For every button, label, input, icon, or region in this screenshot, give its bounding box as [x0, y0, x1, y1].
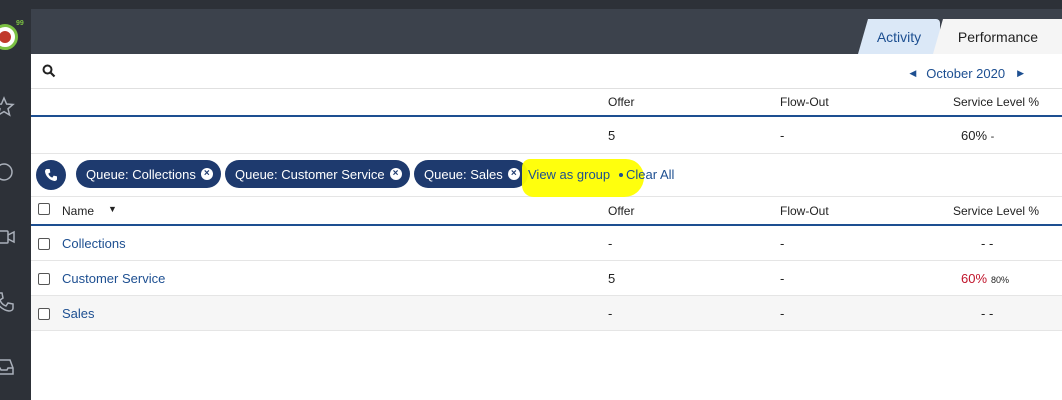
table-row[interactable]: Collections - - - - — [31, 226, 1062, 261]
row-checkbox[interactable] — [38, 238, 50, 250]
chip-label: Queue: Customer Service — [235, 166, 385, 182]
video-icon[interactable] — [0, 225, 16, 249]
period-label[interactable]: October 2020 — [926, 66, 1005, 81]
row-offer: 5 — [608, 271, 616, 286]
sort-down-icon[interactable]: ▼ — [108, 204, 117, 214]
tab-activity[interactable]: Activity — [858, 19, 940, 54]
separator-dot — [619, 173, 623, 177]
search-icon[interactable] — [42, 64, 56, 78]
col-offer: Offer — [608, 204, 635, 218]
filter-chip-sales[interactable]: Queue: Sales × — [414, 160, 528, 188]
row-offer: - — [608, 236, 613, 251]
select-all-checkbox[interactable] — [38, 203, 50, 215]
sidebar: 99 — [0, 0, 31, 400]
period-nav: ◀ October 2020 ▶ — [909, 66, 1024, 81]
col-flow-out: Flow-Out — [780, 204, 829, 218]
remove-chip-icon[interactable]: × — [389, 168, 402, 180]
remove-chip-icon[interactable]: × — [507, 168, 520, 180]
table-row[interactable]: Customer Service 5 - 60% 80% — [31, 261, 1062, 296]
summary-header: Offer Flow-Out Service Level % — [31, 89, 1062, 117]
col-service-level: Service Level % — [953, 95, 1040, 109]
row-flow-out: - — [780, 306, 785, 321]
row-service-level: - - — [981, 306, 994, 321]
app-root: 99 Activity Performance ◀ October 2020 ▶… — [0, 0, 1062, 400]
remove-chip-icon[interactable]: × — [200, 168, 213, 180]
logo-badge: 99 — [16, 20, 24, 27]
filter-chip-collections[interactable]: Queue: Collections × — [76, 160, 221, 188]
table-row[interactable]: Sales - - - - — [31, 296, 1062, 331]
table-header: Name ▼ Offer Flow-Out Service Level % — [31, 198, 1062, 226]
col-service-level: Service Level % — [953, 204, 1040, 218]
app-logo[interactable] — [0, 24, 18, 50]
summary-flow-out: - — [780, 128, 785, 143]
filter-chip-customer-service[interactable]: Queue: Customer Service × — [225, 160, 410, 188]
star-icon[interactable] — [0, 95, 16, 119]
row-checkbox[interactable] — [38, 273, 50, 285]
row-service-level: 60% 80% — [961, 271, 1009, 286]
summary-row: 5 - 60% - — [31, 118, 1062, 154]
service-level-target: 80% — [991, 275, 1010, 285]
filter-bar: Queue: Collections × Queue: Customer Serv… — [31, 155, 1062, 197]
summary-offer: 5 — [608, 128, 616, 143]
chip-label: Queue: Sales — [424, 166, 503, 182]
search-row: ◀ October 2020 ▶ — [31, 54, 1062, 89]
top-bar: Activity Performance — [31, 0, 1062, 54]
col-offer: Offer — [608, 95, 635, 109]
phone-icon — [45, 169, 57, 181]
col-flow-out: Flow-Out — [780, 95, 829, 109]
tab-performance[interactable]: Performance — [933, 19, 1062, 54]
next-month-icon[interactable]: ▶ — [1017, 68, 1024, 79]
row-flow-out: - — [780, 271, 785, 286]
row-offer: - — [608, 306, 613, 321]
clear-all-link[interactable]: Clear All — [626, 167, 674, 182]
chat-icon[interactable] — [0, 160, 16, 184]
service-level-value: 60% — [961, 271, 988, 286]
summary-service-level-target: - — [990, 131, 995, 143]
row-name-link[interactable]: Sales — [62, 306, 95, 321]
chip-label: Queue: Collections — [86, 166, 196, 182]
row-flow-out: - — [780, 236, 785, 251]
inbox-icon[interactable] — [0, 355, 16, 379]
summary-service-level-value: 60% — [961, 128, 988, 143]
phone-filter-button[interactable] — [36, 160, 66, 190]
logo-mark — [0, 31, 11, 43]
row-name-link[interactable]: Customer Service — [62, 271, 165, 286]
summary-service-level: 60% - — [961, 128, 994, 143]
row-name-link[interactable]: Collections — [62, 236, 126, 251]
prev-month-icon[interactable]: ◀ — [909, 68, 916, 79]
view-as-group-link[interactable]: View as group — [528, 167, 610, 182]
row-checkbox[interactable] — [38, 308, 50, 320]
top-strip — [31, 0, 1062, 9]
row-service-level: - - — [981, 236, 994, 251]
col-name[interactable]: Name — [62, 204, 94, 218]
phone-icon[interactable] — [0, 290, 16, 314]
